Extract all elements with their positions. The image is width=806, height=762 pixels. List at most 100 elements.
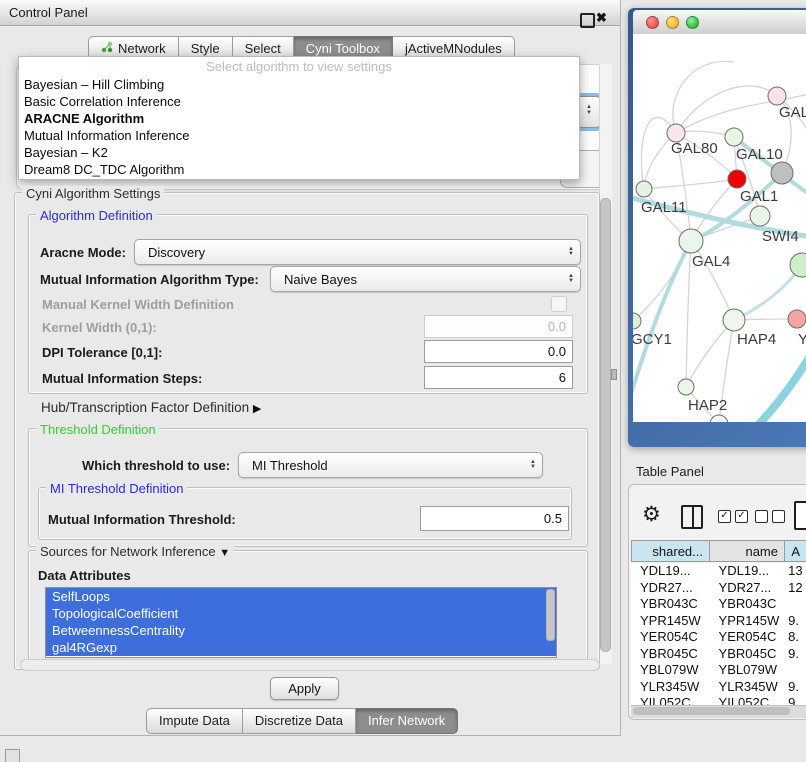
deselect-all-checkboxes-icon[interactable] [755,510,785,523]
network-node-gal10[interactable]: GAL10 [725,128,783,163]
bottom-tab-bar: Impute DataDiscretize DataInfer Network [146,708,458,734]
attribute-list-scrollbar-thumb[interactable] [546,589,555,641]
table-cell: YBL079W [631,662,710,679]
network-nodes: GALGAL80GAL10GAL1GAL11SWI4GAL4GCY1HAP4YH… [633,87,806,422]
network-node-gal80[interactable]: GAL80 [667,124,718,157]
minimize-traffic-light-icon[interactable] [666,16,679,29]
node-label: GAL11 [641,199,687,216]
attribute-list-item[interactable]: gal4RGexp [46,639,556,656]
table-row[interactable]: YBR045CYBR045C9. [631,646,806,663]
column-header[interactable]: A [785,540,806,562]
table-rows: YDL19...YDL19...13YDR27...YDR27...12YBR0… [631,563,806,705]
kernel-width-value: 0.0 [548,319,566,334]
table-cell: YBR045C [631,646,710,663]
node-label: SWI4 [762,228,799,245]
column-header[interactable]: shared... [631,540,710,562]
aracne-mode-select[interactable]: Discovery ▲▼ [134,239,581,265]
node-label: HAP2 [688,397,727,414]
column-layout-icon[interactable] [681,505,703,529]
network-node-swi4[interactable]: SWI4 [750,206,799,245]
algorithm-dropdown-popup: Select algorithm to view settings Bayesi… [18,56,580,180]
table-row[interactable]: YDL19...YDL19...13 [631,563,806,580]
control-panel-titlebar[interactable]: Control Panel [0,0,620,26]
table-row[interactable]: YBR043CYBR043C [631,596,806,613]
table-cell: 8. [784,629,806,646]
tab-impute-data[interactable]: Impute Data [146,708,243,734]
mi-steps-field[interactable]: 6 [424,366,573,389]
mi-type-select[interactable]: Naive Bayes ▲▼ [270,266,581,292]
network-node-gcy1[interactable]: GCY1 [633,313,672,348]
algorithm-option[interactable]: Basic Correlation Inference [19,93,579,110]
mi-threshold-field[interactable]: 0.5 [420,506,569,531]
network-node-hap4[interactable]: HAP4 [723,309,776,348]
network-node[interactable] [771,162,793,184]
gear-icon[interactable]: ⚙ [642,502,661,527]
table-cell: 12 [784,580,806,597]
network-node[interactable] [710,415,728,422]
settings-horizontal-scrollbar[interactable] [20,659,600,671]
zoom-traffic-light-icon[interactable] [686,16,699,29]
node-label: GAL10 [736,146,783,163]
attribute-list-item[interactable]: TopologicalCoefficient [46,605,556,622]
select-all-checkboxes-icon[interactable]: ✓✓ [718,510,748,523]
chevron-right-icon: ▶ [253,403,261,415]
close-icon[interactable]: ✖ [596,10,607,26]
float-window-icon[interactable] [580,13,595,28]
close-traffic-light-icon[interactable] [646,16,659,29]
table-hscrollbar-thumb[interactable] [633,707,790,715]
table-panel-title: Table Panel [636,464,704,479]
collapsed-panel-icon[interactable] [5,749,20,762]
table-cell: 13 [784,563,806,580]
which-threshold-label: Which threshold to use: [82,458,230,473]
control-panel-title: Control Panel [0,5,88,20]
data-attributes-list[interactable]: SelfLoopsTopologicalCoefficientBetweenne… [45,587,557,658]
sources-title: Sources for Network Inference [40,544,216,559]
cyni-settings-title: Cyni Algorithm Settings [22,186,164,201]
splitter-grip[interactable] [611,369,617,380]
mi-threshold-title: MI Threshold Definition [46,481,187,496]
table-row[interactable]: YER054CYER054C8. [631,629,806,646]
network-window-titlebar[interactable] [633,10,806,35]
column-header[interactable]: name [710,540,785,562]
threshold-definition-title: Threshold Definition [36,422,160,437]
attribute-list-item[interactable]: SelfLoops [46,588,556,605]
sources-title-toggle[interactable]: Sources for Network Inference ▼ [36,544,234,559]
algorithm-option[interactable]: Bayesian – Hill Climbing [19,76,579,93]
network-node-gal[interactable]: GAL [768,87,806,121]
table-cell: YPR145W [710,613,785,630]
attribute-list-item[interactable]: BetweennessCentrality [46,622,556,639]
table-row[interactable]: YDR27...YDR27...12 [631,580,806,597]
dpi-tolerance-label: DPI Tolerance [0,1]: [42,345,162,360]
mi-threshold-value: 0.5 [544,511,562,526]
function-builder-icon[interactable] [794,501,806,530]
which-threshold-select[interactable]: MI Threshold ▲▼ [238,452,543,478]
settings-scrollbar-thumb[interactable] [600,198,611,652]
algorithm-option[interactable]: Dream8 DC_TDC Algorithm [19,161,579,178]
network-node[interactable] [790,253,806,277]
stepper-arrows-icon: ▲▼ [568,274,574,284]
kernel-width-field: 0.0 [424,315,573,338]
stepper-arrows-icon: ▲▼ [530,460,536,470]
node-label: GAL4 [692,253,730,270]
algorithm-option[interactable]: Mutual Information Inference [19,127,579,144]
table-row[interactable]: YPR145WYPR145W9. [631,613,806,630]
tab-label: Network [118,41,166,56]
network-node-y[interactable]: Y [788,310,806,348]
apply-button[interactable]: Apply [270,677,339,700]
tab-discretize-data[interactable]: Discretize Data [243,708,356,734]
hub-definition-toggle[interactable]: Hub/Transcription Factor Definition ▶ [41,400,261,415]
table-row[interactable]: YBL079WYBL079W [631,662,806,679]
algorithm-option[interactable]: ARACNE Algorithm [19,110,579,127]
dpi-tolerance-value: 0.0 [548,344,566,359]
table-cell: YBR043C [710,596,785,613]
tab-infer-network[interactable]: Infer Network [356,708,458,734]
chevron-down-icon: ▼ [219,547,230,559]
mi-type-label: Mutual Information Algorithm Type: [40,272,259,287]
dpi-tolerance-field[interactable]: 0.0 [424,340,573,363]
mi-threshold-label: Mutual Information Threshold: [48,512,236,527]
table-row[interactable]: YIL052CYIL052C9 [631,695,806,705]
network-canvas[interactable]: GALGAL80GAL10GAL1GAL11SWI4GAL4GCY1HAP4YH… [633,34,806,422]
algorithm-option[interactable]: Bayesian – K2 [19,144,579,161]
table-row[interactable]: YLR345WYLR345W9. [631,679,806,696]
network-node-hap2[interactable]: HAP2 [678,379,727,414]
